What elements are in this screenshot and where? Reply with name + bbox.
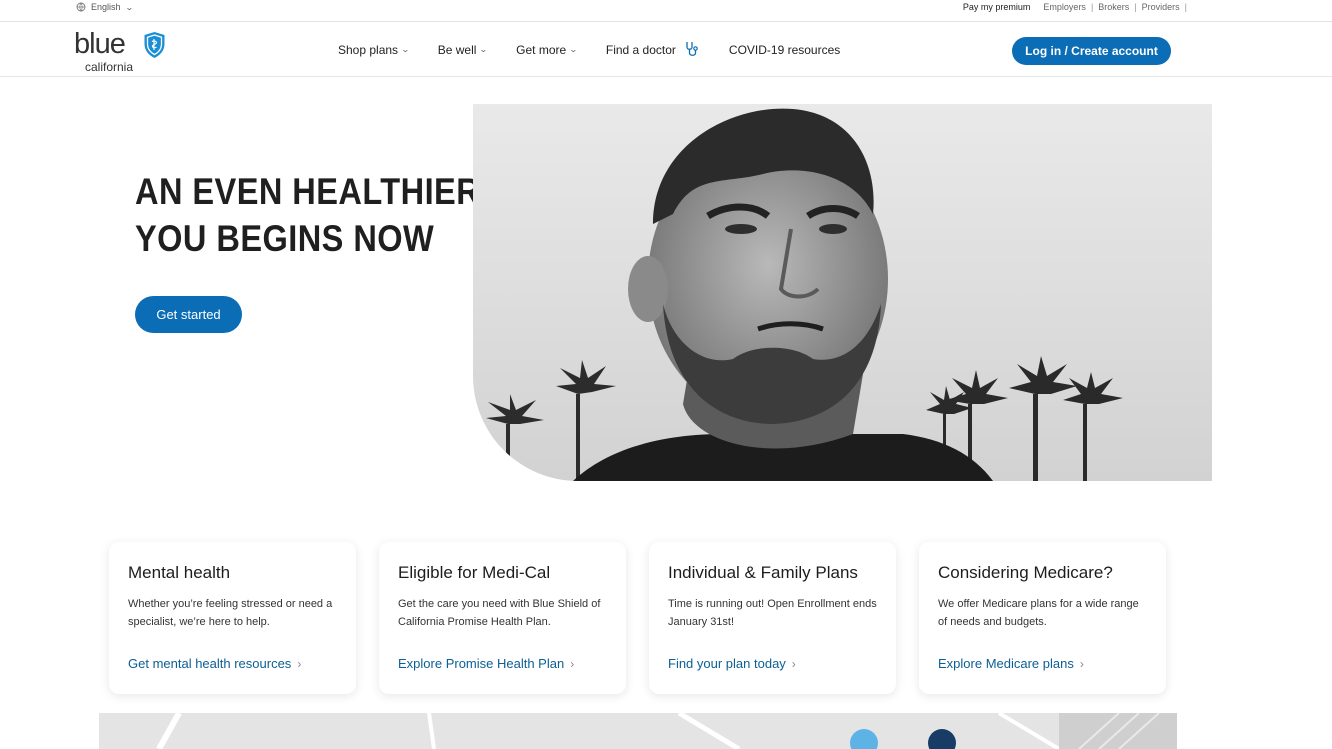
mental-health-link[interactable]: Get mental health resources › (128, 656, 301, 671)
card-medicare: Considering Medicare? We offer Medicare … (919, 542, 1166, 694)
nav-label: Be well (437, 42, 477, 57)
language-label: English (91, 2, 121, 12)
chevron-right-icon: › (297, 656, 302, 671)
card-title: Individual & Family Plans (668, 563, 858, 582)
logo[interactable]: blue california (74, 28, 174, 74)
link-label: Find your plan today (668, 656, 786, 671)
chevron-down-icon: ⌄ (124, 2, 134, 12)
hero-title-line: YOU BEGINS NOW (135, 218, 435, 259)
divider: | (1090, 2, 1094, 12)
card-medi-cal: Eligible for Medi-Cal Get the care you n… (379, 542, 626, 694)
chevron-down-icon: ⌄ (569, 45, 578, 54)
divider: | (1184, 2, 1187, 12)
utility-bar: English ⌄ Pay my premium Employers | Bro… (0, 0, 1332, 22)
hero-photo-illustration (473, 104, 1212, 481)
card-mental-health: Mental health Whether you’re feeling str… (109, 542, 356, 694)
globe-icon (76, 2, 86, 12)
promise-health-plan-link[interactable]: Explore Promise Health Plan › (398, 656, 574, 671)
chevron-right-icon: › (791, 656, 796, 671)
nav-label: Shop plans (338, 42, 399, 57)
providers-link[interactable]: Providers (1142, 2, 1180, 12)
nav-get-more[interactable]: Get more ⌄ (516, 42, 578, 57)
card-individual-family-plans: Individual & Family Plans Time is runnin… (649, 542, 896, 694)
link-label: Explore Promise Health Plan (398, 656, 565, 671)
hero-title-line: AN EVEN HEALTHIER (135, 171, 481, 212)
language-selector[interactable]: English ⌄ (76, 2, 134, 12)
find-plan-link[interactable]: Find your plan today › (668, 656, 796, 671)
nav-label: Get more (516, 42, 567, 57)
card-text: Whether you’re feeling stressed or need … (128, 598, 333, 628)
employers-link[interactable]: Employers (1043, 2, 1086, 12)
main-nav: blue california Shop plans ⌄ Be well ⌄ G… (0, 22, 1332, 77)
logo-subtitle: california (85, 60, 134, 74)
nav-shop-plans[interactable]: Shop plans ⌄ (338, 42, 410, 57)
card-title: Considering Medicare? (938, 563, 1113, 582)
nav-find-a-doctor[interactable]: Find a doctor (606, 41, 700, 59)
chevron-right-icon: › (570, 656, 575, 671)
divider: | (1134, 2, 1137, 12)
nav-be-well[interactable]: Be well ⌄ (437, 42, 489, 57)
brokers-link[interactable]: Brokers (1098, 2, 1129, 12)
medicare-plans-link[interactable]: Explore Medicare plans › (938, 656, 1084, 671)
hero-title: AN EVEN HEALTHIER YOU BEGINS NOW (135, 168, 480, 262)
primary-nav: Shop plans ⌄ Be well ⌄ Get more ⌄ Find a… (338, 22, 869, 77)
card-title: Mental health (128, 563, 231, 582)
map-background (99, 713, 1177, 749)
utility-links: Pay my premium Employers | Brokers | Pro… (963, 2, 1192, 12)
login-create-account-button[interactable]: Log in / Create account (1012, 37, 1171, 65)
chevron-down-icon: ⌄ (479, 45, 489, 54)
logo-wordmark: blue (74, 28, 126, 60)
chevron-right-icon: › (1079, 656, 1084, 671)
card-title: Eligible for Medi-Cal (398, 563, 551, 582)
hero-image (473, 104, 1212, 481)
pay-premium-link[interactable]: Pay my premium (963, 2, 1031, 12)
map-section[interactable] (99, 713, 1177, 749)
stethoscope-icon (686, 41, 698, 56)
shield-logo-icon (144, 32, 165, 58)
link-label: Explore Medicare plans (938, 656, 1074, 671)
card-text: We offer Medicare plans for a wide range… (938, 598, 1139, 628)
get-started-button[interactable]: Get started (135, 296, 242, 333)
card-text: Get the care you need with Blue Shield o… (398, 598, 601, 628)
nav-label: COVID-19 resources (728, 42, 841, 57)
link-label: Get mental health resources (128, 656, 292, 671)
chevron-down-icon: ⌄ (401, 45, 410, 54)
card-text: Time is running out! Open Enrollment end… (668, 598, 877, 628)
nav-label: Find a doctor (605, 42, 676, 57)
nav-covid-resources[interactable]: COVID-19 resources (729, 43, 840, 57)
